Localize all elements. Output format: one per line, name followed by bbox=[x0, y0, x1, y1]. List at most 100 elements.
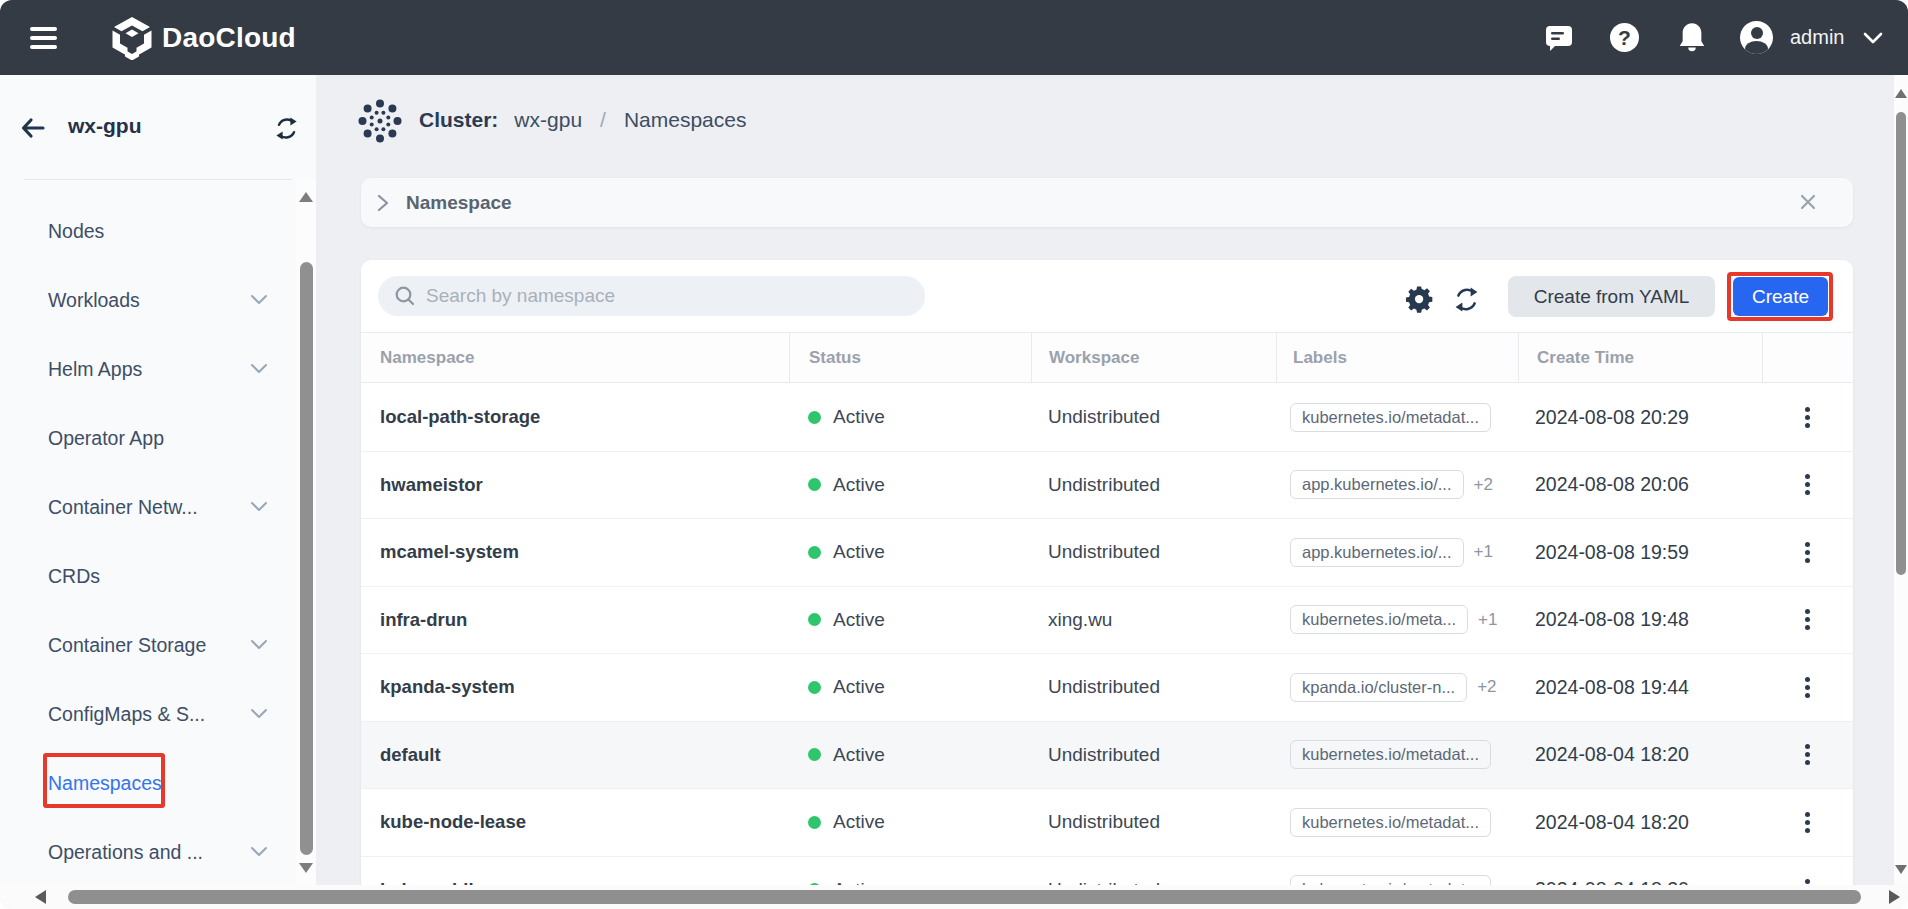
cell-status: Active bbox=[789, 811, 1031, 833]
breadcrumb-cluster[interactable]: wx-gpu bbox=[514, 108, 582, 132]
status-text: Active bbox=[833, 744, 885, 766]
kebab-menu-icon[interactable] bbox=[1797, 536, 1818, 569]
sidebar-nav: Nodes Workloads Helm Apps Operator App C… bbox=[0, 197, 296, 887]
chevron-right-icon[interactable] bbox=[377, 193, 389, 217]
table-row[interactable]: infra-drun Active xing.wu kubernetes.io/… bbox=[361, 587, 1853, 655]
sidebar-item-operations-and[interactable]: Operations and ... bbox=[0, 818, 296, 887]
menu-icon[interactable] bbox=[30, 27, 57, 49]
label-pill[interactable]: kpanda.io/cluster-n... bbox=[1290, 673, 1467, 702]
cell-create-time: 2024-08-08 20:06 bbox=[1518, 473, 1762, 496]
chevron-down-icon bbox=[250, 843, 268, 861]
cell-namespace: default bbox=[361, 744, 789, 766]
cell-labels: app.kubernetes.io/...+2 bbox=[1276, 470, 1518, 499]
cell-actions bbox=[1762, 536, 1853, 569]
notifications-icon[interactable] bbox=[1676, 0, 1708, 75]
status-dot bbox=[808, 816, 821, 829]
cell-status: Active bbox=[789, 744, 1031, 766]
cell-labels: kpanda.io/cluster-n... +2 bbox=[1276, 673, 1518, 702]
cell-labels: kubernetes.io/metadat... bbox=[1276, 740, 1518, 769]
close-icon[interactable] bbox=[1799, 193, 1817, 211]
kebab-menu-icon[interactable] bbox=[1797, 401, 1818, 434]
label-pill[interactable]: kubernetes.io/meta... bbox=[1290, 605, 1468, 634]
sidebar-item-label: Operations and ... bbox=[48, 841, 203, 864]
table-row[interactable]: default Active Undistributed kubernetes.… bbox=[361, 722, 1853, 790]
table-row[interactable]: local-path-storage Active Undistributed … bbox=[361, 384, 1853, 452]
cell-namespace: infra-drun bbox=[361, 609, 789, 631]
table-row[interactable]: hwameistor Active Undistributed app.kube… bbox=[361, 452, 1853, 520]
breadcrumb-page: Namespaces bbox=[624, 108, 747, 132]
chevron-down-icon bbox=[250, 498, 268, 516]
table-row[interactable]: kpanda-system Active Undistributed kpand… bbox=[361, 654, 1853, 722]
avatar[interactable] bbox=[1740, 0, 1773, 75]
scroll-thumb[interactable] bbox=[1896, 112, 1906, 575]
username[interactable]: admin bbox=[1790, 0, 1844, 75]
scroll-up-arrow-icon[interactable] bbox=[299, 192, 313, 202]
user-menu-chevron-icon[interactable] bbox=[1863, 0, 1883, 75]
label-pill[interactable]: kubernetes.io/metadat... bbox=[1290, 403, 1491, 432]
divider bbox=[24, 179, 292, 180]
namespace-filter-bar[interactable]: Namespace bbox=[361, 178, 1853, 227]
horizontal-scrollbar[interactable] bbox=[0, 885, 1908, 909]
sidebar-item-namespaces[interactable]: Namespaces bbox=[0, 749, 296, 818]
column-header-namespace[interactable]: Namespace bbox=[361, 333, 789, 382]
label-pill[interactable]: kubernetes.io/metadat... bbox=[1290, 808, 1491, 837]
sidebar-item-label: Nodes bbox=[48, 220, 104, 243]
sidebar-item-configmaps-s[interactable]: ConfigMaps & S... bbox=[0, 680, 296, 749]
sidebar-item-helm-apps[interactable]: Helm Apps bbox=[0, 335, 296, 404]
back-icon[interactable] bbox=[18, 113, 48, 143]
sidebar-item-container-netw[interactable]: Container Netw... bbox=[0, 473, 296, 542]
app-window: DaoCloud ? admin bbox=[0, 0, 1908, 909]
breadcrumb-prefix: Cluster: bbox=[419, 108, 498, 132]
cell-workspace: Undistributed bbox=[1031, 811, 1276, 833]
status-dot bbox=[808, 411, 821, 424]
vertical-scrollbar[interactable] bbox=[1894, 75, 1908, 885]
scroll-right-arrow-icon[interactable] bbox=[1889, 890, 1900, 904]
cell-labels: kubernetes.io/metadat... bbox=[1276, 403, 1518, 432]
sidebar-item-workloads[interactable]: Workloads bbox=[0, 266, 296, 335]
table-row[interactable]: mcamel-system Active Undistributed app.k… bbox=[361, 519, 1853, 587]
sidebar-item-nodes[interactable]: Nodes bbox=[0, 197, 296, 266]
label-extra-count: +1 bbox=[1478, 610, 1497, 630]
column-header-status[interactable]: Status bbox=[789, 333, 1031, 382]
column-header-workspace[interactable]: Workspace bbox=[1031, 333, 1276, 382]
cell-labels: app.kubernetes.io/...+1 bbox=[1276, 538, 1518, 567]
cluster-switch-icon[interactable] bbox=[274, 116, 299, 141]
scroll-left-arrow-icon[interactable] bbox=[35, 890, 46, 904]
search-input[interactable]: Search by namespace bbox=[378, 276, 925, 316]
scroll-down-arrow-icon[interactable] bbox=[1895, 865, 1907, 874]
scroll-down-arrow-icon[interactable] bbox=[299, 863, 313, 873]
kebab-menu-icon[interactable] bbox=[1797, 671, 1818, 704]
sidebar-item-operator-app[interactable]: Operator App bbox=[0, 404, 296, 473]
scroll-thumb[interactable] bbox=[68, 890, 1861, 904]
column-header-create-time[interactable]: Create Time bbox=[1518, 333, 1762, 382]
table-row[interactable]: kube-node-lease Active Undistributed kub… bbox=[361, 789, 1853, 857]
gear-icon[interactable] bbox=[1406, 286, 1433, 313]
cell-actions bbox=[1762, 806, 1853, 839]
kebab-menu-icon[interactable] bbox=[1797, 738, 1818, 771]
messages-icon[interactable] bbox=[1543, 0, 1575, 75]
cell-namespace: hwameistor bbox=[361, 474, 789, 496]
cell-create-time: 2024-08-08 19:59 bbox=[1518, 541, 1762, 564]
cell-create-time: 2024-08-04 18:20 bbox=[1518, 743, 1762, 766]
column-header-labels[interactable]: Labels bbox=[1276, 333, 1518, 382]
cell-actions bbox=[1762, 738, 1853, 771]
refresh-icon[interactable] bbox=[1453, 286, 1480, 313]
sidebar-item-container-storage[interactable]: Container Storage bbox=[0, 611, 296, 680]
cell-labels: kubernetes.io/metadat... bbox=[1276, 808, 1518, 837]
label-pill[interactable]: kubernetes.io/metadat... bbox=[1290, 740, 1491, 769]
label-pill[interactable]: app.kubernetes.io/... bbox=[1290, 470, 1464, 499]
kebab-menu-icon[interactable] bbox=[1797, 806, 1818, 839]
kebab-menu-icon[interactable] bbox=[1797, 603, 1818, 636]
kebab-menu-icon[interactable] bbox=[1797, 468, 1818, 501]
status-dot bbox=[808, 613, 821, 626]
cell-namespace: local-path-storage bbox=[361, 406, 789, 428]
scroll-up-arrow-icon[interactable] bbox=[1895, 89, 1907, 98]
label-pill[interactable]: app.kubernetes.io/... bbox=[1290, 538, 1464, 567]
create-button[interactable]: Create bbox=[1733, 277, 1828, 316]
sidebar-scrollbar[interactable] bbox=[296, 180, 316, 909]
label-extra-count: +2 bbox=[1477, 677, 1496, 697]
scroll-thumb[interactable] bbox=[300, 262, 313, 855]
create-from-yaml-button[interactable]: Create from YAML bbox=[1508, 276, 1715, 317]
help-icon[interactable]: ? bbox=[1610, 0, 1639, 75]
sidebar-item-crds[interactable]: CRDs bbox=[0, 542, 296, 611]
